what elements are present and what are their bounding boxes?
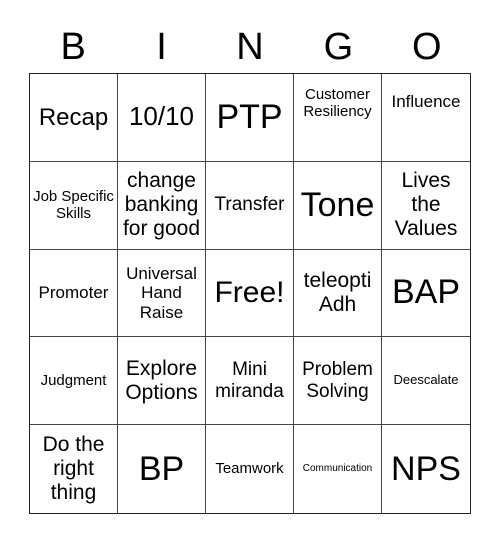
bingo-cell[interactable]: Customer Resiliency — [294, 74, 382, 162]
header-letter-g: G — [323, 26, 354, 68]
bingo-cell[interactable]: Transfer — [206, 161, 294, 250]
bingo-cell[interactable]: Influence — [382, 74, 470, 162]
bingo-cell[interactable]: NPS — [382, 425, 470, 513]
bingo-cell[interactable]: Promoter — [30, 249, 118, 338]
bingo-cell[interactable]: Judgment — [30, 337, 118, 426]
bingo-cell[interactable]: change banking for good — [118, 161, 206, 250]
header-letter-o: O — [411, 26, 442, 68]
free-space-cell[interactable]: Free! — [206, 249, 294, 338]
bingo-cell[interactable]: Do the right thing — [30, 425, 118, 513]
bingo-cell[interactable]: Tone — [294, 161, 382, 250]
bingo-cell[interactable]: Problem Solving — [294, 337, 382, 426]
bingo-cell[interactable]: Job Specific Skills — [30, 161, 118, 250]
header-letter-n: N — [236, 26, 264, 68]
bingo-cell[interactable]: Lives the Values — [382, 162, 470, 250]
bingo-board: Recap 10/10 PTP Customer Resiliency Infl… — [29, 73, 471, 514]
bingo-cell[interactable]: teleopti Adh — [294, 249, 382, 338]
bingo-cell[interactable]: Teamwork — [206, 425, 294, 513]
header-letter-i: I — [156, 26, 167, 68]
bingo-cell[interactable]: BP — [118, 425, 206, 513]
bingo-cell[interactable]: Universal Hand Raise — [118, 249, 206, 338]
bingo-cell[interactable]: Explore Options — [118, 337, 206, 426]
bingo-cell[interactable]: Deescalate — [382, 337, 470, 426]
bingo-cell[interactable]: Communication — [294, 425, 382, 513]
bingo-cell[interactable]: BAP — [382, 250, 470, 338]
bingo-cell[interactable]: Recap — [30, 74, 118, 162]
header-letter-b: B — [60, 26, 86, 68]
bingo-header: B I N G O — [29, 22, 471, 72]
bingo-cell[interactable]: 10/10 — [118, 74, 206, 162]
bingo-cell[interactable]: PTP — [206, 74, 294, 162]
bingo-cell[interactable]: Mini miranda — [206, 337, 294, 426]
